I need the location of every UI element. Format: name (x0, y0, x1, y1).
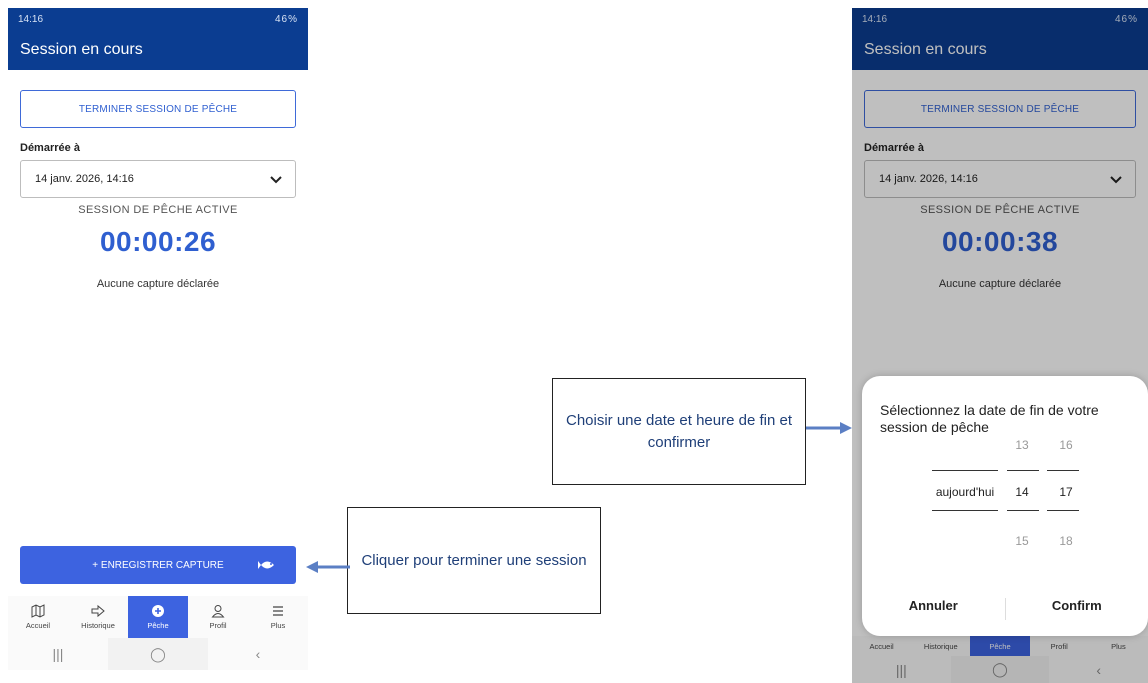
arrow-right-icon (806, 422, 852, 434)
nav-profil[interactable]: Profil (188, 596, 248, 638)
date-time-picker[interactable]: 13 16 aujourd'hui 14 17 15 18 (862, 436, 1148, 586)
minute-selected[interactable]: 17 (1052, 485, 1080, 499)
nav-plus[interactable]: Plus (248, 596, 308, 638)
plus-circle-icon (152, 605, 164, 617)
arrow-left-icon (306, 561, 350, 573)
nav-label: Historique (81, 621, 115, 630)
status-battery: 46% (274, 13, 298, 25)
map-icon (31, 604, 45, 618)
nav-accueil[interactable]: Accueil (8, 596, 68, 638)
cancel-button[interactable]: Annuler (862, 598, 1005, 620)
nav-historique[interactable]: Historique (68, 596, 128, 638)
minute-below[interactable]: 18 (1052, 534, 1080, 548)
callout-end-session: Cliquer pour terminer une session (347, 507, 601, 614)
nav-label: Plus (270, 621, 286, 630)
hour-above[interactable]: 13 (1008, 438, 1036, 452)
fish-icon (258, 561, 274, 569)
phone-screen-left: 14:16 46% Session en cours TERMINER SESS… (8, 8, 308, 678)
dialog-title: Sélectionnez la date de fin de votre ses… (880, 402, 1099, 435)
arrow-right-icon (91, 604, 105, 618)
confirm-button[interactable]: Confirm (1006, 598, 1148, 620)
started-at-value: 14 janv. 2026, 14:16 (35, 173, 134, 185)
nav-label: Pêche (147, 621, 169, 630)
chevron-down-icon (270, 176, 282, 184)
day-selected[interactable]: aujourd'hui (926, 485, 1004, 499)
hour-below[interactable]: 15 (1008, 534, 1036, 548)
hour-selected[interactable]: 14 (1008, 485, 1036, 499)
back-icon[interactable]: ‹ (208, 638, 308, 670)
minute-above[interactable]: 16 (1052, 438, 1080, 452)
record-capture-label: + ENREGISTRER CAPTURE (92, 559, 224, 571)
callout-choose-date: Choisir une date et heure de fin et conf… (552, 378, 806, 485)
session-timer: 00:00:26 (99, 226, 217, 257)
page-title: Session en cours (20, 41, 143, 58)
session-active-label: SESSION DE PÊCHE ACTIVE (78, 204, 238, 216)
app-bar: Session en cours (8, 30, 308, 70)
end-date-dialog: Sélectionnez la date de fin de votre ses… (862, 376, 1148, 636)
nav-label: Accueil (25, 621, 51, 630)
phone-screen-right: 14:16 46% Session en cours TERMINER SESS… (852, 8, 1148, 683)
started-label: Démarrée à (20, 142, 80, 154)
bottom-nav: Accueil Historique Pêche Profil Plus (8, 596, 308, 638)
end-session-button[interactable]: TERMINER SESSION DE PÊCHE (20, 90, 296, 128)
no-capture-text: Aucune capture déclarée (96, 278, 220, 290)
nav-label: Profil (209, 621, 227, 630)
system-nav-bar: ||| ◯ ‹ (8, 638, 308, 670)
user-icon (211, 605, 225, 618)
status-time: 14:16 (18, 13, 44, 25)
dialog-actions: Annuler Confirm (862, 598, 1148, 620)
status-bar: 14:16 46% (8, 8, 308, 30)
started-at-select[interactable]: 14 janv. 2026, 14:16 (20, 160, 296, 198)
home-icon[interactable]: ◯ (108, 638, 208, 670)
recents-icon[interactable]: ||| (8, 638, 108, 670)
menu-icon (273, 606, 283, 616)
nav-peche[interactable]: Pêche (128, 596, 188, 638)
record-capture-button[interactable]: + ENREGISTRER CAPTURE (20, 546, 296, 584)
